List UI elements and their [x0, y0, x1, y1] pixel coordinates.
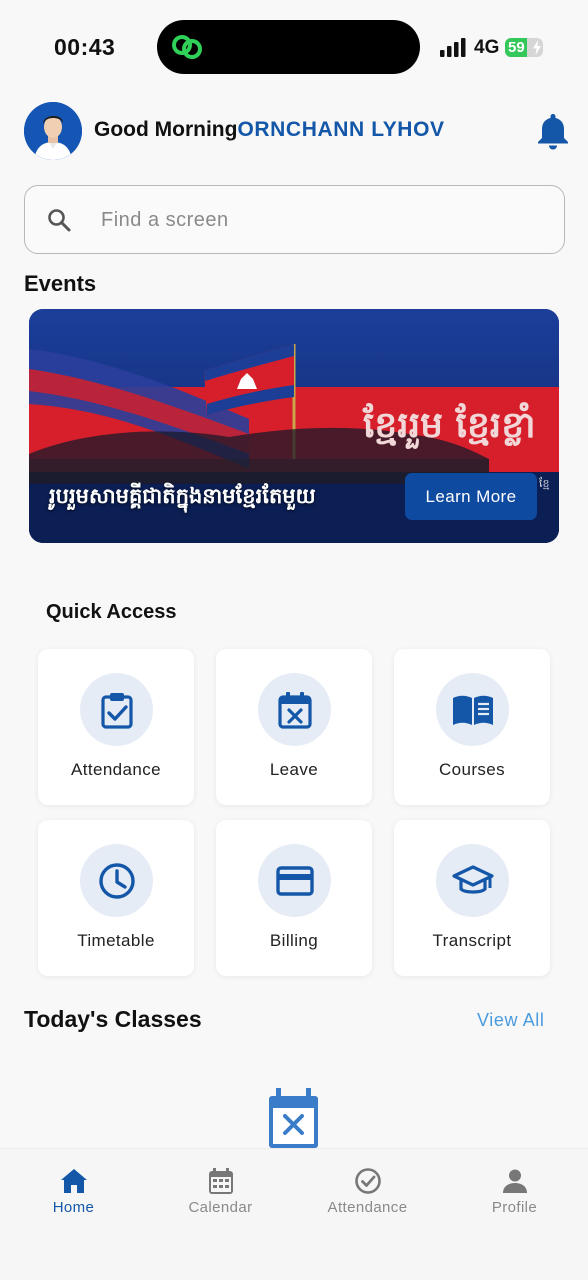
person-icon: [503, 1169, 527, 1193]
icon-circle: [258, 844, 331, 917]
icon-circle: [80, 673, 153, 746]
graduation-cap-icon: [451, 864, 494, 894]
learn-more-button[interactable]: Learn More: [405, 473, 537, 520]
link-rings-icon: [172, 35, 202, 59]
quick-access-label: Courses: [438, 760, 506, 779]
status-bar: 00:43 4G 59: [0, 0, 588, 96]
quick-access-label: Leave: [269, 760, 319, 779]
events-title: Events: [24, 271, 97, 296]
search-bar[interactable]: [24, 185, 565, 254]
calendar-icon: [209, 1168, 233, 1194]
status-time: 00:43: [54, 34, 116, 60]
quick-access-timetable[interactable]: Timetable: [38, 820, 194, 976]
quick-access-transcript[interactable]: Transcript: [394, 820, 550, 976]
banner-caption: រូបរួមសាមគ្គីជាតិក្នុងនាមខ្មែរតែមួយ: [49, 485, 316, 508]
nav-label: Home: [52, 1199, 95, 1216]
battery-percent: 59: [508, 39, 525, 56]
quick-access-billing[interactable]: Billing: [216, 820, 372, 976]
nav-label: Calendar: [188, 1199, 253, 1216]
user-name: ORNCHANN LYHOV: [237, 118, 445, 141]
nav-label: Attendance: [327, 1199, 408, 1216]
notification-bell-icon[interactable]: [536, 112, 570, 150]
quick-access-courses[interactable]: Courses: [394, 649, 550, 805]
empty-calendar-icon: [267, 1088, 320, 1148]
check-circle-icon: [355, 1168, 381, 1194]
nav-home[interactable]: Home: [0, 1149, 147, 1229]
view-all-link[interactable]: View All: [477, 1010, 545, 1031]
icon-circle: [80, 844, 153, 917]
nav-attendance[interactable]: Attendance: [294, 1149, 441, 1229]
avatar[interactable]: [24, 102, 82, 160]
battery-indicator: 59: [505, 38, 543, 57]
nav-profile[interactable]: Profile: [441, 1149, 588, 1229]
calendar-x-icon: [277, 691, 312, 729]
icon-circle: [436, 673, 509, 746]
greeting-line: Good MorningORNCHANN LYHOV: [94, 118, 445, 142]
dynamic-island: [157, 20, 420, 74]
nav-label: Profile: [491, 1199, 538, 1216]
icon-circle: [436, 844, 509, 917]
open-book-icon: [452, 695, 493, 725]
charging-bolt-icon: [533, 40, 541, 55]
event-banner[interactable]: ខ្មែររួម ខ្មែរខ្លាំ ខ្មែ រូបរួមសាមគ្គីជា…: [29, 309, 559, 543]
search-icon: [48, 209, 71, 232]
bottom-nav: Home Calendar Attendance Profile: [0, 1148, 588, 1280]
quick-access-leave[interactable]: Leave: [216, 649, 372, 805]
greeting-text: Good Morning: [94, 118, 238, 141]
quick-access-title: Quick Access: [46, 601, 177, 623]
signal-icon: [440, 38, 466, 57]
quick-access-label: Billing: [269, 931, 319, 950]
credit-card-icon: [275, 865, 314, 896]
search-input[interactable]: [101, 204, 541, 236]
icon-circle: [258, 673, 331, 746]
quick-access-label: Attendance: [70, 760, 161, 779]
quick-access-attendance[interactable]: Attendance: [38, 649, 194, 805]
todays-classes-title: Today's Classes: [24, 1006, 202, 1032]
network-type: 4G: [474, 37, 500, 58]
quick-access-label: Transcript: [432, 931, 512, 950]
clock-icon: [98, 862, 135, 899]
clipboard-check-icon: [100, 692, 133, 729]
home-icon: [61, 1169, 87, 1193]
banner-overlay-small-text: ខ្មែ: [539, 476, 549, 490]
quick-access-label: Timetable: [77, 931, 155, 950]
banner-overlay-text: ខ្មែររួម ខ្មែរខ្លាំ: [362, 402, 536, 449]
avatar-photo: [24, 102, 82, 160]
nav-calendar[interactable]: Calendar: [147, 1149, 294, 1229]
